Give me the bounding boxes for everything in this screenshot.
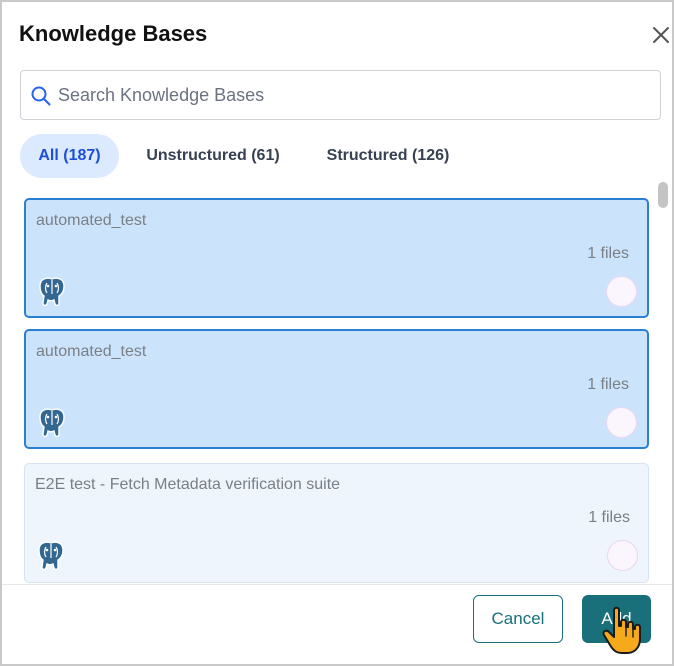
kb-name: automated_test (36, 343, 147, 360)
select-checkbox[interactable] (606, 407, 637, 438)
hand-pointer-icon (602, 606, 641, 654)
select-checkbox[interactable] (607, 540, 638, 571)
kb-name: E2E test - Fetch Metadata verification s… (35, 476, 341, 493)
postgresql-icon (39, 408, 65, 438)
knowledge-base-list[interactable]: automated_test 1 files automated_test 1 … (20, 192, 654, 584)
search-icon (31, 86, 51, 106)
kb-file-count: 1 files (587, 245, 629, 262)
kb-name: automated_test (36, 212, 147, 229)
dialog-title: Knowledge Bases (19, 21, 208, 46)
close-button[interactable] (648, 22, 674, 48)
close-icon (653, 27, 669, 43)
cancel-button[interactable]: Cancel (473, 595, 563, 643)
search-box[interactable] (20, 70, 661, 120)
scrollbar-thumb[interactable] (658, 182, 668, 208)
tab-structured[interactable]: Structured (126) (312, 134, 464, 178)
list-item[interactable]: automated_test 1 files (24, 329, 649, 449)
kb-file-count: 1 files (587, 376, 629, 393)
list-item[interactable]: E2E test - Fetch Metadata verification s… (24, 463, 649, 583)
footer-divider (2, 584, 672, 585)
tab-all[interactable]: All (187) (20, 134, 119, 178)
kb-file-count: 1 files (588, 509, 630, 526)
search-input[interactable] (58, 72, 648, 118)
select-checkbox[interactable] (606, 276, 637, 307)
list-item[interactable]: automated_test 1 files (24, 198, 649, 318)
tab-unstructured[interactable]: Unstructured (61) (132, 134, 294, 178)
postgresql-icon (39, 277, 65, 307)
knowledge-bases-dialog: Knowledge Bases All (187) Unstructured (… (0, 0, 674, 666)
postgresql-icon (38, 541, 64, 571)
